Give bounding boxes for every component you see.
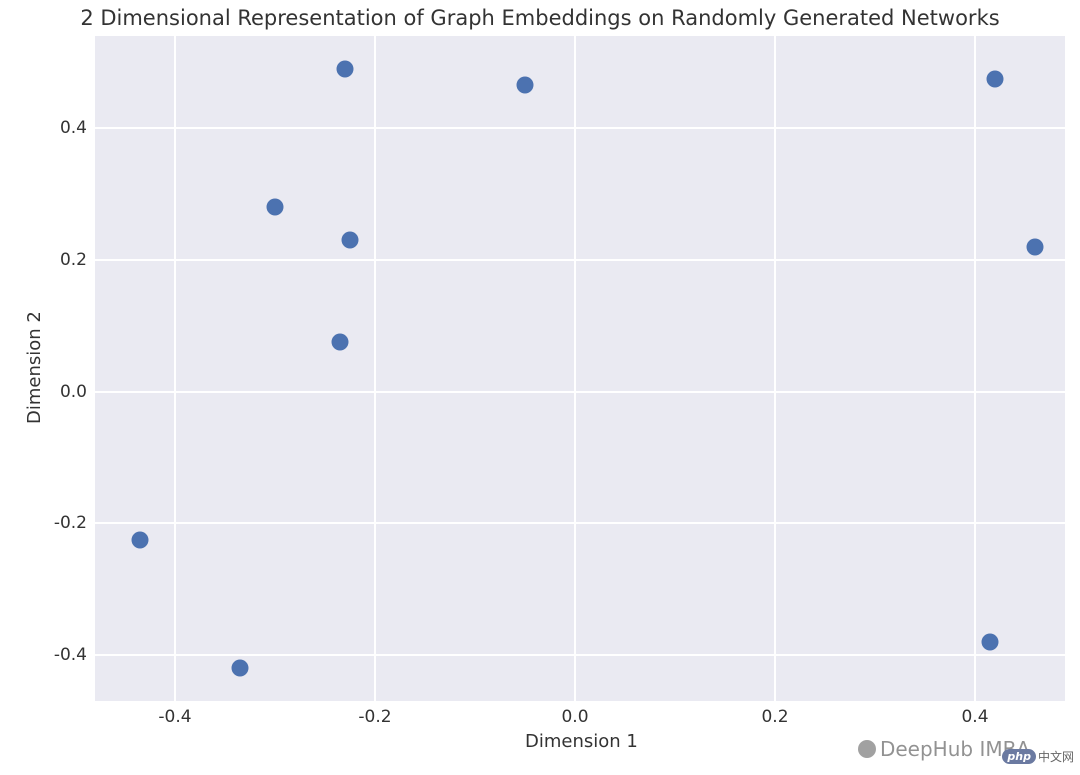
gridline-vertical (174, 36, 176, 701)
scatter-point (982, 633, 999, 650)
chart-container: 2 Dimensional Representation of Graph Em… (0, 0, 1080, 775)
gridline-horizontal (95, 391, 1065, 393)
y-axis-label: Dimension 2 (24, 311, 45, 424)
scatter-point (337, 60, 354, 77)
scatter-point (132, 531, 149, 548)
gridline-vertical (774, 36, 776, 701)
gridline-horizontal (95, 522, 1065, 524)
watermark-secondary-text: 中文网 (1038, 748, 1074, 765)
plot-area (95, 36, 1065, 701)
x-tick-label: 0.0 (561, 707, 588, 727)
y-tick-label: -0.4 (45, 645, 87, 665)
scatter-point (332, 334, 349, 351)
gridline-horizontal (95, 259, 1065, 261)
y-tick-label: 0.0 (45, 382, 87, 402)
gridline-vertical (374, 36, 376, 701)
wechat-icon (858, 740, 876, 758)
gridline-horizontal (95, 654, 1065, 656)
gridline-horizontal (95, 127, 1065, 129)
x-tick-label: 0.4 (961, 707, 988, 727)
scatter-point (987, 70, 1004, 87)
y-tick-label: 0.4 (45, 118, 87, 138)
scatter-point (267, 199, 284, 216)
chart-title: 2 Dimensional Representation of Graph Em… (0, 6, 1080, 30)
scatter-point (517, 77, 534, 94)
scatter-point (342, 232, 359, 249)
x-axis-label: Dimension 1 (525, 731, 638, 752)
x-tick-label: -0.4 (158, 707, 191, 727)
gridline-vertical (974, 36, 976, 701)
scatter-point (232, 660, 249, 677)
gridline-vertical (574, 36, 576, 701)
scatter-point (1027, 238, 1044, 255)
y-tick-label: 0.2 (45, 250, 87, 270)
x-tick-label: 0.2 (761, 707, 788, 727)
php-badge: php (1002, 749, 1036, 764)
watermark-secondary: php 中文网 (1002, 748, 1074, 765)
x-tick-label: -0.2 (358, 707, 391, 727)
y-tick-label: -0.2 (45, 513, 87, 533)
